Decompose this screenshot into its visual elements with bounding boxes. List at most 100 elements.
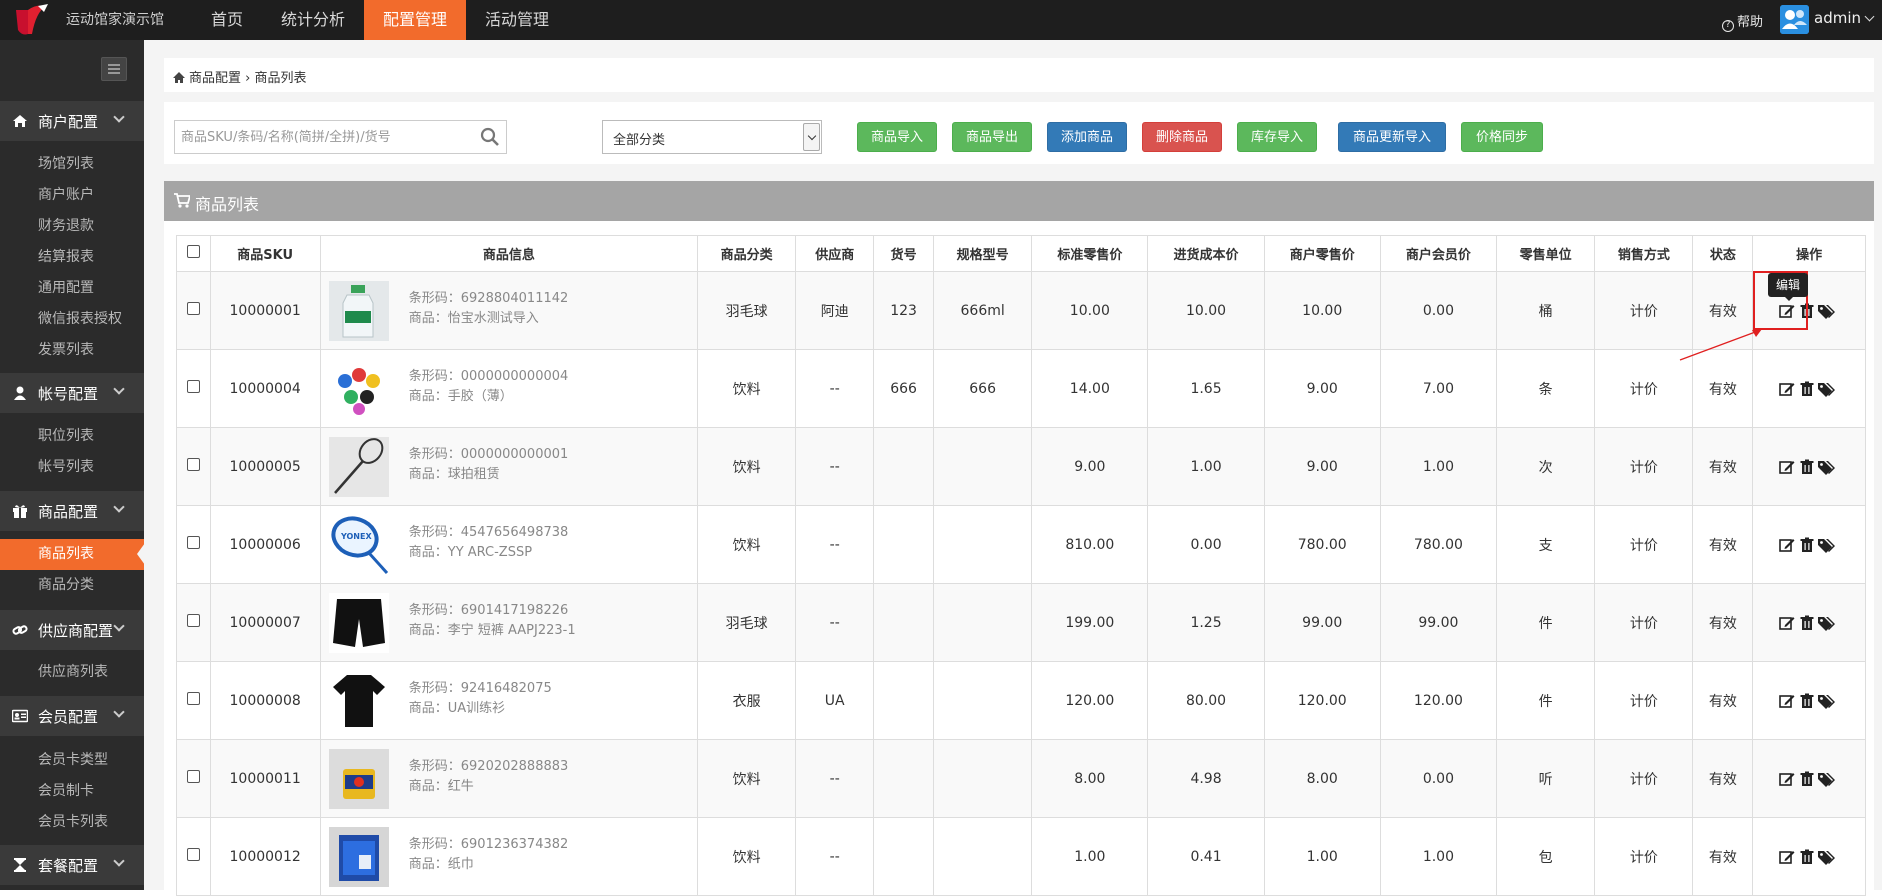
- sidebar-group-supplier[interactable]: 供应商配置: [0, 610, 144, 650]
- trash-icon[interactable]: [1799, 615, 1815, 631]
- sidebar-item-venue-list[interactable]: 场馆列表: [0, 149, 144, 180]
- trash-icon[interactable]: [1799, 693, 1815, 709]
- row-checkbox[interactable]: [186, 302, 200, 315]
- sidebar-item-positions[interactable]: 职位列表: [0, 421, 144, 452]
- cell-unit: 件: [1495, 661, 1596, 740]
- row-checkbox[interactable]: [186, 536, 200, 549]
- cell-item-no: [873, 427, 935, 506]
- sidebar-group-package[interactable]: 套餐配置: [0, 845, 144, 885]
- cell-actions: [1752, 505, 1866, 584]
- edit-icon[interactable]: [1779, 459, 1795, 475]
- tags-icon[interactable]: [1817, 537, 1836, 553]
- goods-name: 手胶（薄）: [447, 389, 513, 404]
- import-stock-button[interactable]: 库存导入: [1237, 122, 1317, 152]
- link-icon: [12, 625, 28, 635]
- table-row: 10000004 条形码：0000000000004 商品：手胶（薄） 饮料 -- 666…: [176, 349, 1866, 428]
- edit-icon[interactable]: [1779, 381, 1795, 397]
- sidebar-item-card-type[interactable]: 会员卡类型: [0, 745, 144, 776]
- column-header: 货号: [873, 235, 935, 272]
- sidebar-item-supplier-list[interactable]: 供应商列表: [0, 657, 144, 688]
- export-goods-button[interactable]: 商品导出: [952, 122, 1032, 152]
- sidebar: 商户配置 场馆列表 商户账户 财务退款 结算报表 通用配置 微信报表授权 发票列…: [0, 40, 145, 890]
- cell-actions: [1752, 661, 1866, 740]
- goods-info-text: 条形码：6928804011142 商品：怡宝水测试导入: [409, 289, 569, 329]
- nav-config[interactable]: 配置管理: [364, 0, 467, 40]
- edit-icon[interactable]: [1779, 693, 1795, 709]
- sidebar-item-refund[interactable]: 财务退款: [0, 211, 144, 242]
- import-goods-button[interactable]: 商品导入: [857, 122, 937, 152]
- cell-info: 条形码：0000000000004 商品：手胶（薄）: [319, 349, 699, 428]
- sidebar-group-member[interactable]: 会员配置: [0, 696, 144, 736]
- sidebar-item-general-config[interactable]: 通用配置: [0, 273, 144, 304]
- trash-icon[interactable]: [1799, 537, 1815, 553]
- delete-goods-button[interactable]: 删除商品: [1142, 122, 1222, 152]
- add-goods-button[interactable]: 添加商品: [1047, 122, 1127, 152]
- search-icon[interactable]: [480, 127, 500, 147]
- trash-icon[interactable]: [1799, 849, 1815, 865]
- row-select-cell: [176, 271, 211, 350]
- goods-info: 条形码：6928804011142 商品：怡宝水测试导入: [321, 273, 696, 349]
- barcode-label: 条形码：: [408, 525, 461, 540]
- price-sync-button[interactable]: 价格同步: [1461, 122, 1543, 152]
- row-checkbox[interactable]: [186, 848, 200, 861]
- tags-icon[interactable]: [1817, 771, 1836, 787]
- cell-status: 有效: [1692, 427, 1754, 506]
- row-checkbox[interactable]: [186, 770, 200, 783]
- row-checkbox[interactable]: [186, 692, 200, 705]
- sidebar-item-card-list[interactable]: 会员卡列表: [0, 807, 144, 838]
- product-thumbnail: [328, 827, 389, 887]
- sidebar-item-goods-list[interactable]: 商品列表: [0, 539, 144, 570]
- svg-text:YONEX: YONEX: [340, 532, 372, 541]
- sidebar-group-label: 供应商配置: [38, 622, 114, 640]
- cell-category: 饮料: [697, 349, 797, 428]
- tags-icon[interactable]: [1817, 615, 1836, 631]
- sidebar-group-goods[interactable]: 商品配置: [0, 491, 144, 531]
- trash-icon[interactable]: [1799, 459, 1815, 475]
- sidebar-group-account[interactable]: 帐号配置: [0, 373, 144, 413]
- edit-icon[interactable]: [1779, 537, 1795, 553]
- edit-icon[interactable]: [1779, 771, 1795, 787]
- breadcrumb-goods-config[interactable]: 商品配置: [189, 71, 241, 86]
- tags-icon[interactable]: [1817, 303, 1836, 319]
- sidebar-item-accounts[interactable]: 帐号列表: [0, 452, 144, 483]
- nav-home[interactable]: 首页: [192, 0, 262, 40]
- goods-info-text: 条形码：92416482075 商品：UA训练衫: [409, 679, 552, 719]
- tags-icon[interactable]: [1817, 459, 1836, 475]
- column-header: 商品信息: [319, 235, 699, 272]
- avatar[interactable]: [1780, 5, 1809, 34]
- sidebar-item-settlement[interactable]: 结算报表: [0, 242, 144, 273]
- row-checkbox[interactable]: [186, 380, 200, 393]
- tags-icon[interactable]: [1817, 381, 1836, 397]
- tags-icon[interactable]: [1817, 849, 1836, 865]
- sidebar-item-goods-category[interactable]: 商品分类: [0, 570, 144, 601]
- logo[interactable]: 运动馆家演示馆: [10, 0, 195, 40]
- edit-icon[interactable]: [1779, 615, 1795, 631]
- barcode-value: 6928804011142: [460, 291, 569, 306]
- sidebar-group-merchant[interactable]: 商户配置: [0, 101, 144, 141]
- category-select[interactable]: 全部分类: [602, 120, 822, 154]
- sidebar-item-wechat-auth[interactable]: 微信报表授权: [0, 304, 144, 335]
- trash-icon[interactable]: [1799, 771, 1815, 787]
- goods-info: 条形码：92416482075 商品：UA训练衫: [321, 663, 696, 739]
- row-checkbox[interactable]: [186, 614, 200, 627]
- search-input[interactable]: [181, 127, 471, 147]
- nav-activity[interactable]: 活动管理: [466, 0, 568, 40]
- sidebar-item-card-make[interactable]: 会员制卡: [0, 776, 144, 807]
- user-menu[interactable]: admin: [1814, 9, 1875, 27]
- select-all-checkbox[interactable]: [186, 245, 200, 258]
- update-import-button[interactable]: 商品更新导入: [1338, 122, 1446, 152]
- tags-icon[interactable]: [1817, 693, 1836, 709]
- logo-icon: [16, 4, 48, 35]
- sidebar-item-merchant-account[interactable]: 商户账户: [0, 180, 144, 211]
- nav-statistics[interactable]: 统计分析: [262, 0, 364, 40]
- goods-name: UA训练衫: [447, 701, 506, 716]
- sidebar-item-invoice[interactable]: 发票列表: [0, 335, 144, 366]
- trash-icon[interactable]: [1799, 381, 1815, 397]
- cell-supplier: UA: [795, 661, 875, 740]
- menu-toggle-button[interactable]: [101, 57, 127, 81]
- edit-icon[interactable]: [1779, 849, 1795, 865]
- cell-spec: [933, 505, 1033, 584]
- row-checkbox[interactable]: [186, 458, 200, 471]
- cell-unit: 支: [1495, 505, 1596, 584]
- help-link[interactable]: ? 帮助: [1722, 11, 1763, 32]
